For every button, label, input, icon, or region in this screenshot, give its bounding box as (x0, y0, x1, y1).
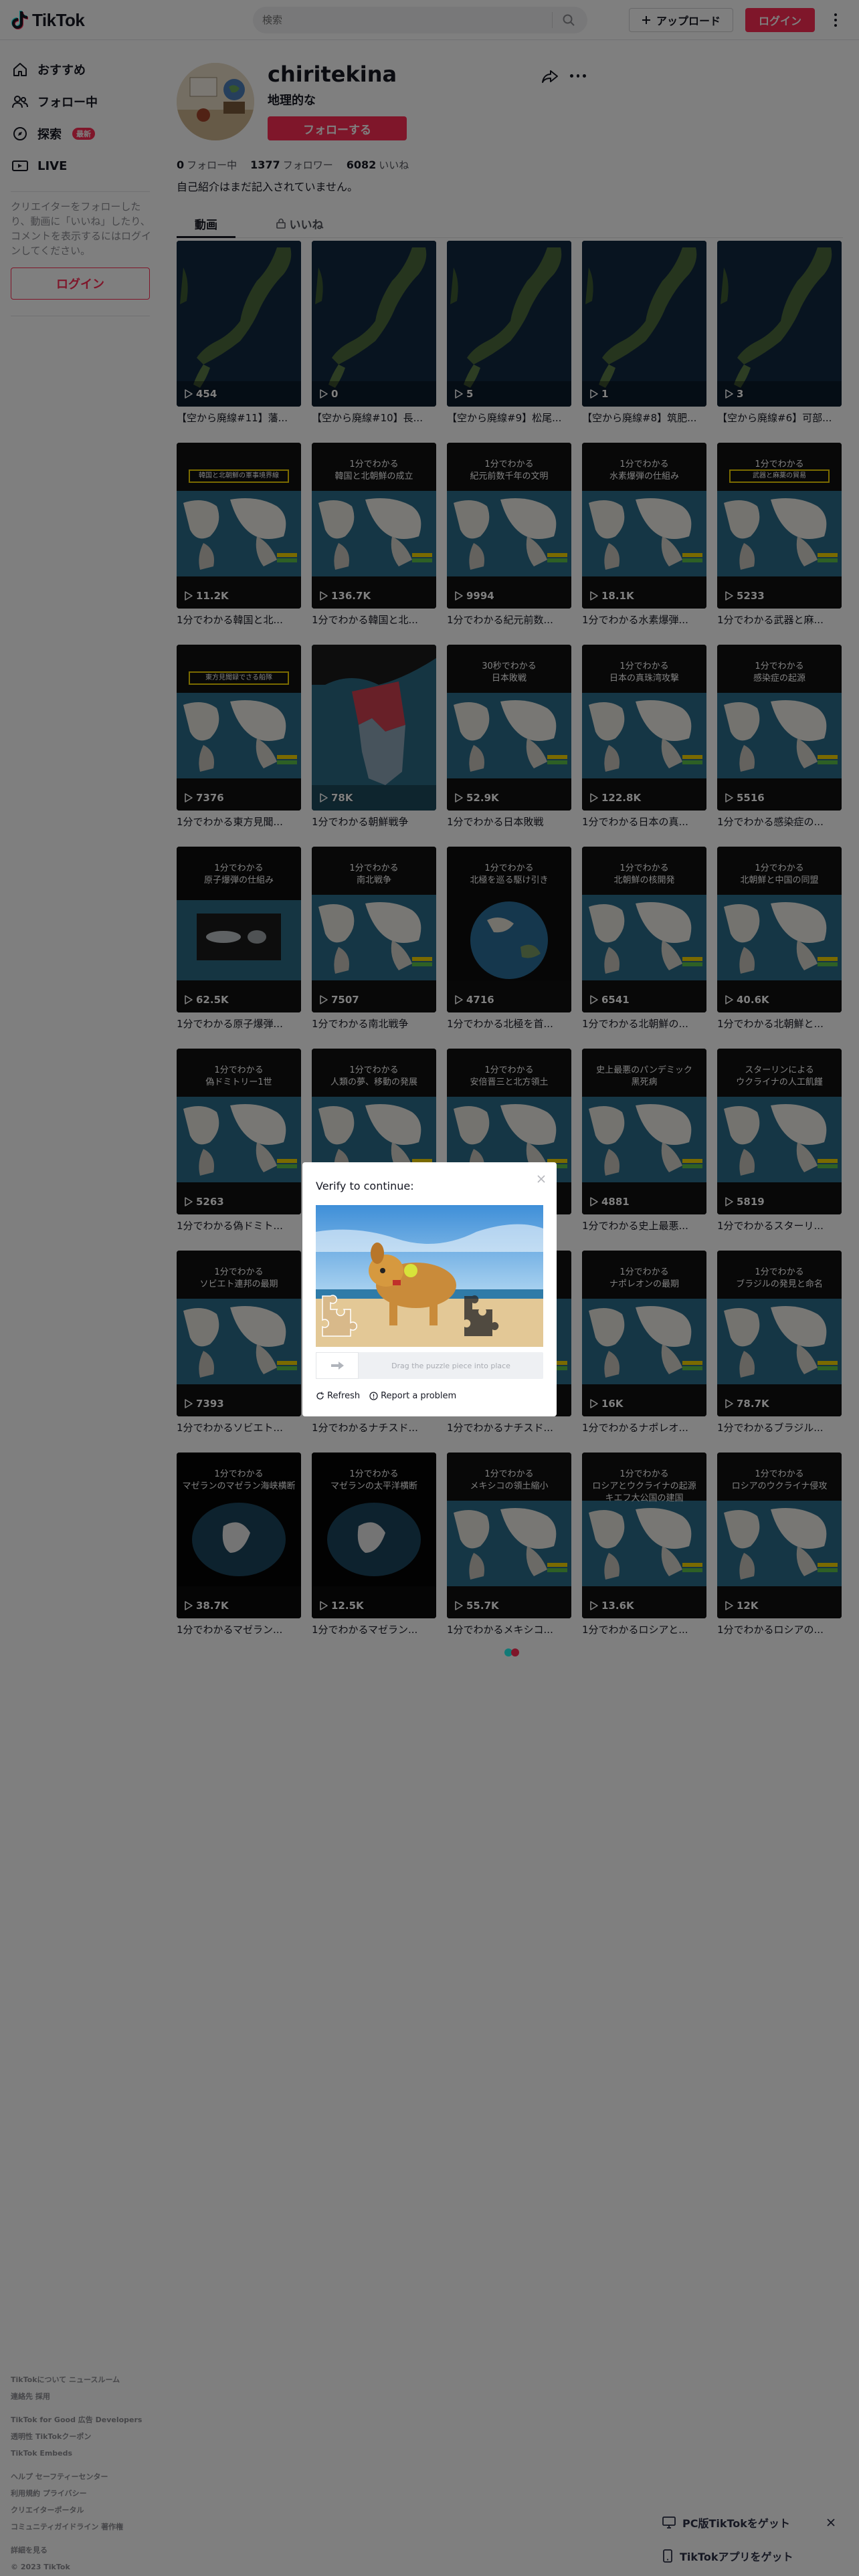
close-icon[interactable] (535, 1173, 547, 1185)
close-icon[interactable] (826, 2517, 836, 2528)
report-problem-button[interactable]: Report a problem (369, 1391, 456, 1401)
refresh-label: Refresh (327, 1391, 361, 1401)
captcha-puzzle-image (316, 1205, 543, 1347)
captcha-title: Verify to continue: (316, 1180, 414, 1192)
arrow-right-icon (331, 1362, 344, 1370)
refresh-button[interactable]: Refresh (316, 1391, 360, 1401)
slider-handle[interactable] (316, 1352, 359, 1379)
captcha-slider[interactable]: Drag the puzzle piece into place (316, 1352, 543, 1379)
phone-icon (663, 2549, 672, 2563)
mobile-app-label: TikTokアプリをゲット (680, 2551, 793, 2563)
refresh-icon (316, 1392, 324, 1400)
get-pc-app-banner[interactable]: PC版TikTokをゲット (662, 2508, 843, 2537)
slider-hint: Drag the puzzle piece into place (391, 1361, 510, 1370)
report-label: Report a problem (381, 1391, 457, 1401)
captcha-actions: Refresh Report a problem (316, 1391, 456, 1401)
get-mobile-app-banner[interactable]: TikTokアプリをゲット (662, 2541, 843, 2571)
pc-app-label: PC版TikTokをゲット (682, 2517, 790, 2530)
monitor-icon (662, 2516, 676, 2529)
info-icon (369, 1392, 378, 1400)
captcha-dialog: Verify to continue: Drag the puzzle piec… (302, 1162, 557, 1416)
